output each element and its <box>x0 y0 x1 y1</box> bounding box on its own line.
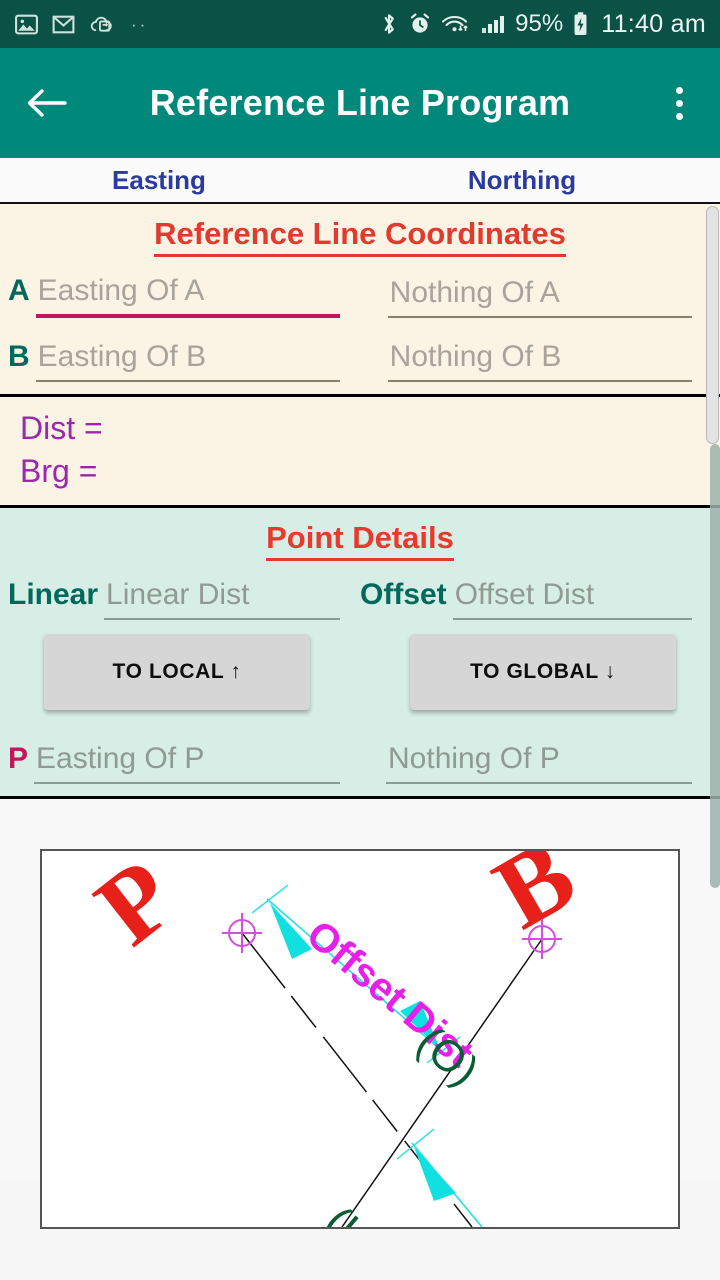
field-northing-p: P <box>360 742 712 785</box>
wifi-icon <box>441 12 471 36</box>
point-p-marker <box>222 913 262 954</box>
northing-b-input[interactable] <box>387 340 692 382</box>
gmail-icon <box>51 12 76 37</box>
more-vertical-icon-dot <box>675 112 683 120</box>
easting-b-input[interactable] <box>35 340 340 382</box>
field-easting-b: B <box>8 340 360 382</box>
to-local-button[interactable]: TO LOCAL ↑ <box>44 634 310 711</box>
point-p-label: P <box>75 851 196 967</box>
easting-a-input[interactable] <box>35 274 340 318</box>
field-wrap <box>452 578 692 621</box>
more-vertical-icon-dot <box>675 86 683 94</box>
back-button[interactable] <box>18 74 76 132</box>
scrollbar-thumb-upper[interactable] <box>706 206 719 444</box>
field-wrap <box>104 578 340 621</box>
reference-line-section: Reference Line Coordinates A A B <box>0 204 720 397</box>
diagram-area: Offset Dist (O) (L) P B <box>0 799 720 1230</box>
northing-p-input[interactable] <box>386 742 692 785</box>
status-bar-left-icons: ·· <box>14 12 148 37</box>
point-details-title-text: Point Details <box>266 520 454 562</box>
scrollbar-thumb-lower[interactable] <box>710 444 720 888</box>
linear-dist-input[interactable] <box>104 578 340 621</box>
offset-tick-start <box>251 884 289 914</box>
field-wrap <box>387 340 692 382</box>
field-wrap <box>35 340 340 382</box>
to-global-button[interactable]: TO GLOBAL ↓ <box>410 634 676 711</box>
signal-icon <box>480 12 506 36</box>
arrow-left-icon <box>27 89 67 117</box>
point-p-row: P P <box>0 724 720 788</box>
linear-label: Linear <box>8 578 99 612</box>
more-dots-icon: ·· <box>131 14 149 34</box>
bearing-result-label: Brg = <box>20 453 98 490</box>
reference-section-title: Reference Line Coordinates <box>0 204 720 257</box>
cloud-sync-icon <box>88 12 115 37</box>
field-linear: Linear <box>8 578 360 621</box>
status-bar: ·· 95% 11:40 am <box>0 0 720 48</box>
clock-label: 11:40 am <box>601 9 706 38</box>
linear-symbol-label-partial: (L) <box>316 1197 389 1227</box>
field-northing-a: A <box>360 276 712 318</box>
northing-a-input[interactable] <box>387 276 692 318</box>
field-wrap <box>34 742 340 785</box>
photos-icon <box>14 12 39 37</box>
reference-section-title-text: Reference Line Coordinates <box>154 216 566 257</box>
field-offset: Offset <box>360 578 712 621</box>
reference-row-a: A A <box>0 256 720 322</box>
row-label-p: P <box>8 742 29 776</box>
results-section: Dist = Brg = <box>0 397 720 509</box>
easting-p-input[interactable] <box>34 742 340 785</box>
point-details-section: Point Details Linear Offset TO LOCAL ↑ T… <box>0 508 720 800</box>
column-header-easting: Easting <box>112 164 206 195</box>
reference-line-offset-diagram: Offset Dist (O) (L) P B <box>40 849 680 1230</box>
reference-row-b: B B <box>0 322 720 386</box>
app-bar: Reference Line Program <box>0 48 720 158</box>
distance-result-label: Dist = <box>20 410 103 446</box>
point-details-inputs-row: Linear Offset <box>0 560 720 624</box>
field-northing-b: B <box>360 340 712 382</box>
diagram-svg: Offset Dist (O) (L) P B <box>75 851 594 1228</box>
column-headers: Easting Northing <box>0 158 720 204</box>
field-wrap <box>35 274 340 318</box>
offset-label: Offset <box>360 578 447 612</box>
field-wrap <box>387 276 692 318</box>
field-easting-p: P <box>8 742 360 785</box>
column-header-northing: Northing <box>467 164 577 195</box>
battery-percent-label: 95% <box>515 10 564 37</box>
field-wrap <box>386 742 692 785</box>
point-b-label: B <box>476 851 594 951</box>
overflow-menu-button[interactable] <box>656 74 702 132</box>
bluetooth-icon <box>379 11 399 37</box>
row-label-b: B <box>8 340 30 373</box>
more-vertical-icon-dot <box>675 99 683 107</box>
app-screen: ·· 95% 11:40 am Reference Line Program E… <box>0 0 720 1280</box>
alarm-icon <box>408 12 432 36</box>
offset-arrow-head-2 <box>414 1147 456 1202</box>
battery-charging-icon <box>572 11 589 37</box>
point-details-title: Point Details <box>0 508 720 562</box>
row-label-a: A <box>8 274 30 307</box>
offset-dist-input[interactable] <box>452 578 692 621</box>
field-easting-a: A <box>8 274 360 318</box>
conversion-buttons-row: TO LOCAL ↑ TO GLOBAL ↓ <box>0 624 720 724</box>
page-title: Reference Line Program <box>149 82 571 123</box>
status-bar-right-icons: 95% 11:40 am <box>379 10 706 39</box>
